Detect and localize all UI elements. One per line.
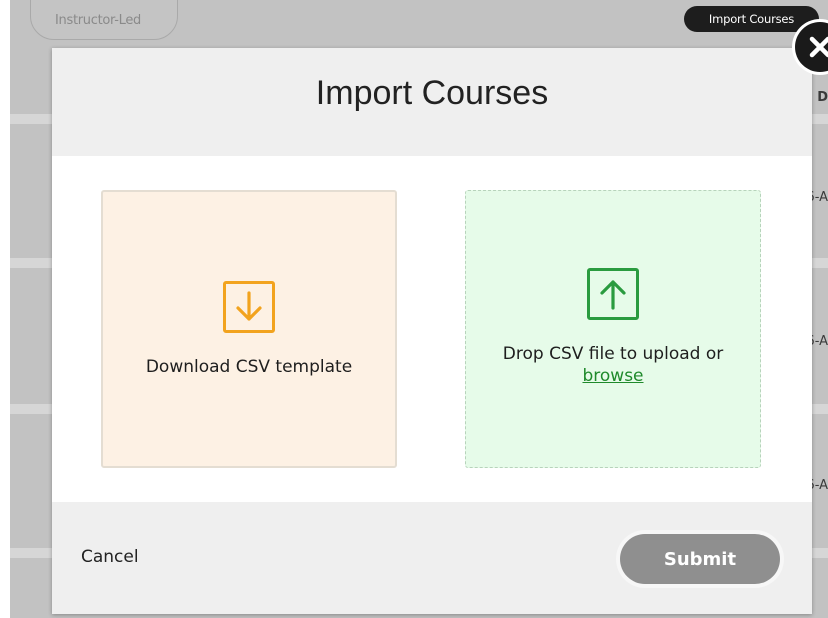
cancel-button[interactable]: Cancel xyxy=(81,547,139,567)
tab-label: Instructor-Led xyxy=(55,13,141,28)
tab-instructor-led[interactable]: Instructor-Led xyxy=(30,0,178,40)
download-arrow-icon xyxy=(223,281,275,333)
browse-link[interactable]: browse xyxy=(582,366,643,386)
upload-instructions: Drop CSV file to upload or browse xyxy=(466,343,760,387)
dialog-body: Download CSV template Drop CSV file to u… xyxy=(52,156,812,502)
download-template-panel[interactable]: Download CSV template xyxy=(101,190,397,468)
download-template-label: Download CSV template xyxy=(145,357,353,377)
upload-dropzone[interactable]: Drop CSV file to upload or browse xyxy=(465,190,761,468)
dialog-header: Import Courses xyxy=(52,48,812,156)
upload-arrow-icon xyxy=(587,268,639,320)
upload-label: Drop CSV file to upload or xyxy=(502,344,724,364)
import-courses-button[interactable]: Import Courses xyxy=(684,6,819,32)
dialog-title: Import Courses xyxy=(315,74,549,112)
import-courses-dialog: Import Courses Download CSV template Dro… xyxy=(52,48,812,614)
dialog-footer: Cancel Submit xyxy=(52,502,812,614)
submit-button[interactable]: Submit xyxy=(620,534,780,584)
